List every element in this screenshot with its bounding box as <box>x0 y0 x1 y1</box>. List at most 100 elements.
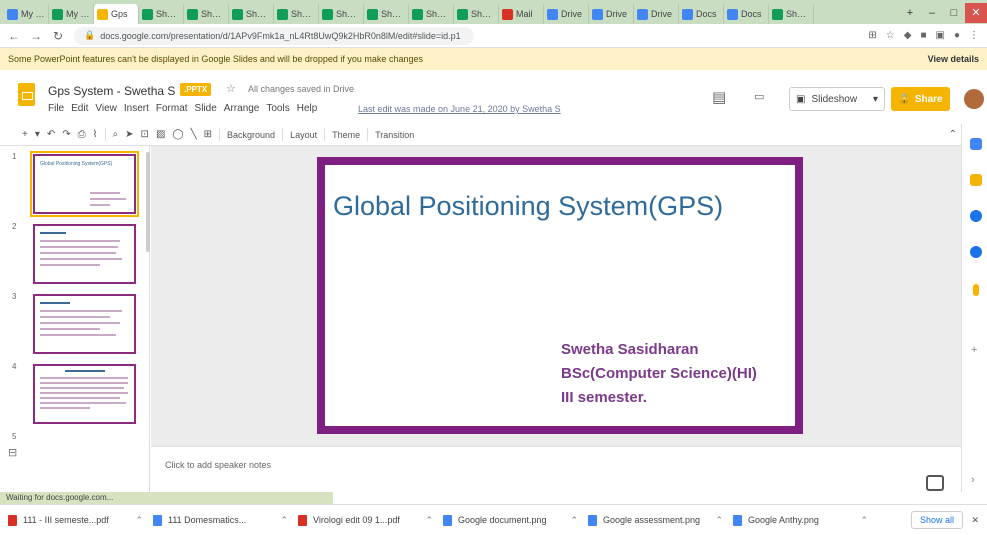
slide-thumbnail[interactable] <box>33 364 136 424</box>
download-item[interactable]: Google Anthy.png ⌃ <box>733 514 868 526</box>
browser-tab[interactable]: Sheets <box>139 4 184 24</box>
dropdown-icon[interactable]: ▾ <box>35 129 40 140</box>
browser-tab[interactable]: Sheets <box>454 4 499 24</box>
meet-icon[interactable]: ▭ <box>754 90 764 103</box>
menu-item-view[interactable]: View <box>95 103 117 114</box>
browser-tab[interactable]: My Drive <box>4 4 49 24</box>
contacts-icon[interactable] <box>970 246 982 258</box>
browser-tab[interactable]: My Drive <box>49 4 94 24</box>
download-item[interactable]: Virologi edit 09 1...pdf ⌃ <box>298 514 433 526</box>
speaker-notes[interactable]: Click to add speaker notes <box>151 446 961 492</box>
view-details-link[interactable]: View details <box>928 54 979 64</box>
slide-subtitle[interactable]: Swetha Sasidharan BSc(Computer Science)(… <box>561 338 757 410</box>
document-title[interactable]: Gps System - Swetha S <box>48 84 175 98</box>
theme-button[interactable]: Theme <box>332 130 360 140</box>
browser-tab[interactable]: Sheets <box>229 4 274 24</box>
redo-icon[interactable]: ↷ <box>62 129 70 140</box>
maximize-button[interactable]: □ <box>943 7 965 19</box>
close-window-button[interactable]: ✕ <box>965 3 987 23</box>
undo-icon[interactable]: ↶ <box>47 129 55 140</box>
comments-icon[interactable]: ▤ <box>712 88 726 106</box>
zoom-icon[interactable]: ⌕ <box>113 129 119 140</box>
explore-icon[interactable] <box>926 475 944 491</box>
maps-icon[interactable] <box>973 284 979 296</box>
extension-icon[interactable]: ◆ <box>904 30 912 41</box>
slide-thumbnail[interactable]: Global Positioning System(GPS) <box>30 151 139 217</box>
slides-logo-icon[interactable] <box>18 83 35 106</box>
line-icon[interactable]: ╲ <box>191 129 197 140</box>
browser-tab[interactable]: Sheets <box>319 4 364 24</box>
browser-tab[interactable]: Drive <box>544 4 589 24</box>
browser-tab[interactable]: Docs <box>724 4 769 24</box>
star-icon[interactable]: ☆ <box>226 82 236 95</box>
profile-icon[interactable]: ● <box>954 30 960 41</box>
browser-tab[interactable]: Sheets <box>409 4 454 24</box>
forward-icon[interactable]: → <box>30 29 42 43</box>
chevron-up-icon[interactable]: ⌃ <box>715 515 723 526</box>
extension-icon[interactable]: ▣ <box>936 30 945 41</box>
menu-item-help[interactable]: Help <box>297 103 318 114</box>
filmstrip-scrollbar[interactable] <box>146 152 150 252</box>
url-field[interactable]: 🔒 docs.google.com/presentation/d/1APv9Fm… <box>74 26 474 45</box>
menu-item-tools[interactable]: Tools <box>266 103 289 114</box>
transition-button[interactable]: Transition <box>375 130 414 140</box>
image-icon[interactable]: ▨ <box>156 129 165 140</box>
download-item[interactable]: 111 - III semeste...pdf ⌃ <box>8 514 143 526</box>
download-item[interactable]: Google assessment.png ⌃ <box>588 514 723 526</box>
menu-item-arrange[interactable]: Arrange <box>224 103 260 114</box>
chevron-right-icon[interactable]: › <box>971 474 975 486</box>
browser-tab[interactable]: Sheets <box>184 4 229 24</box>
browser-tab[interactable]: Docs <box>679 4 724 24</box>
chevron-up-icon[interactable]: ⌃ <box>570 515 578 526</box>
select-icon[interactable]: ➤ <box>125 129 133 140</box>
slide-thumbnail[interactable] <box>33 224 136 284</box>
collapse-toolbar-icon[interactable]: ⌃ <box>949 129 957 140</box>
layout-button[interactable]: Layout <box>290 130 317 140</box>
shape-icon[interactable]: ◯ <box>172 129 183 140</box>
back-icon[interactable]: ← <box>8 29 20 43</box>
tasks-icon[interactable] <box>970 210 982 222</box>
close-icon[interactable]: ✕ <box>971 515 979 526</box>
calendar-icon[interactable] <box>970 138 982 150</box>
minimize-button[interactable]: – <box>921 7 943 19</box>
avatar[interactable] <box>964 89 984 109</box>
menu-item-insert[interactable]: Insert <box>124 103 149 114</box>
show-all-button[interactable]: Show all <box>910 511 963 529</box>
slide[interactable]: Global Positioning System(GPS) Swetha Sa… <box>317 157 803 434</box>
browser-tab[interactable]: Sheets <box>274 4 319 24</box>
menu-item-slide[interactable]: Slide <box>195 103 217 114</box>
text-box-icon[interactable]: ⊡ <box>141 129 149 140</box>
slideshow-button[interactable]: ▣ Slideshow ▾ <box>789 87 885 111</box>
menu-item-format[interactable]: Format <box>156 103 188 114</box>
last-edit-link[interactable]: Last edit was made on June 21, 2020 by S… <box>358 104 561 114</box>
grid-view-icon[interactable]: ⊟ <box>8 446 17 459</box>
new-tab-button[interactable]: + <box>899 7 921 19</box>
chevron-up-icon[interactable]: ⌃ <box>135 515 143 526</box>
browser-tab[interactable]: Drive <box>589 4 634 24</box>
translate-icon[interactable]: ⊞ <box>868 30 876 41</box>
browser-tab[interactable]: Mail <box>499 4 544 24</box>
reload-icon[interactable]: ↻ <box>52 29 64 43</box>
bookmark-star-icon[interactable]: ☆ <box>886 30 895 41</box>
browser-tab[interactable]: Gps <box>94 4 139 24</box>
share-button[interactable]: 🔒 Share <box>891 87 950 111</box>
chevron-up-icon[interactable]: ⌃ <box>280 515 288 526</box>
chevron-up-icon[interactable]: ⌃ <box>425 515 433 526</box>
menu-item-edit[interactable]: Edit <box>71 103 88 114</box>
menu-item-file[interactable]: File <box>48 103 64 114</box>
browser-tab[interactable]: Sheets <box>769 4 814 24</box>
extension-icon[interactable]: ■ <box>920 30 926 41</box>
browser-tab[interactable]: Drive <box>634 4 679 24</box>
download-item[interactable]: Google document.png ⌃ <box>443 514 578 526</box>
download-item[interactable]: 111 Domesmatics... ⌃ <box>153 514 288 526</box>
chevron-up-icon[interactable]: ⌃ <box>860 515 868 526</box>
new-slide-icon[interactable]: + <box>22 129 28 140</box>
slide-title[interactable]: Global Positioning System(GPS) <box>333 191 723 222</box>
chevron-down-icon[interactable]: ▾ <box>873 94 878 105</box>
background-button[interactable]: Background <box>227 130 275 140</box>
paint-format-icon[interactable]: ⌇ <box>93 129 98 140</box>
keep-icon[interactable] <box>970 174 982 186</box>
menu-kebab-icon[interactable]: ⋮ <box>969 30 979 41</box>
add-addon-icon[interactable]: + <box>971 344 977 356</box>
slide-thumbnail[interactable] <box>33 294 136 354</box>
